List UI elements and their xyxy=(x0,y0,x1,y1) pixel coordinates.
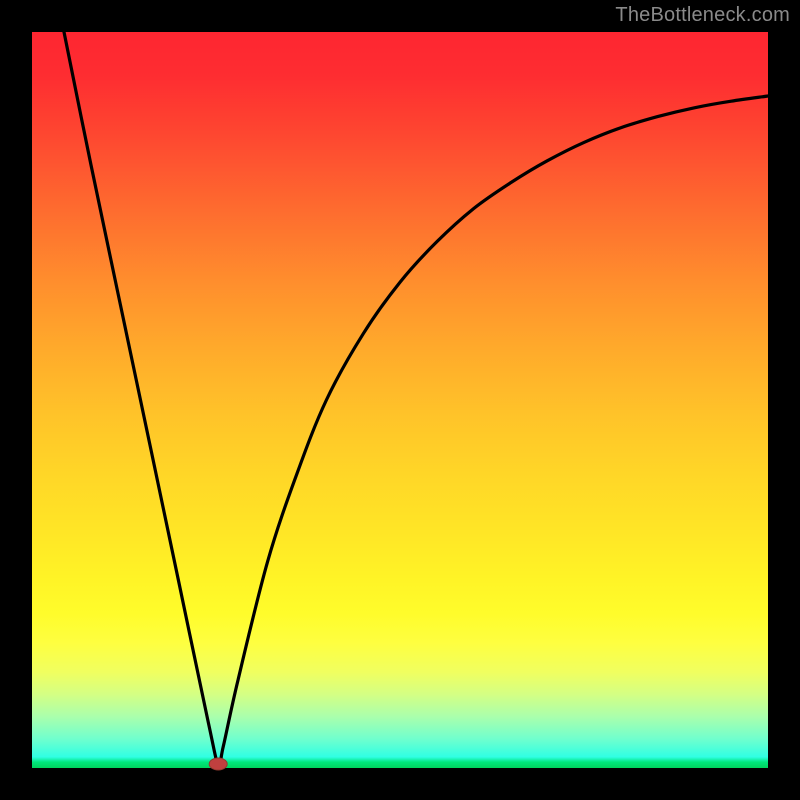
watermark-label: TheBottleneck.com xyxy=(615,4,790,27)
plot-area xyxy=(32,32,768,768)
chart-frame: TheBottleneck.com xyxy=(0,0,800,800)
curve-path xyxy=(64,32,768,765)
minimum-marker xyxy=(209,758,227,770)
bottleneck-curve xyxy=(32,32,768,768)
